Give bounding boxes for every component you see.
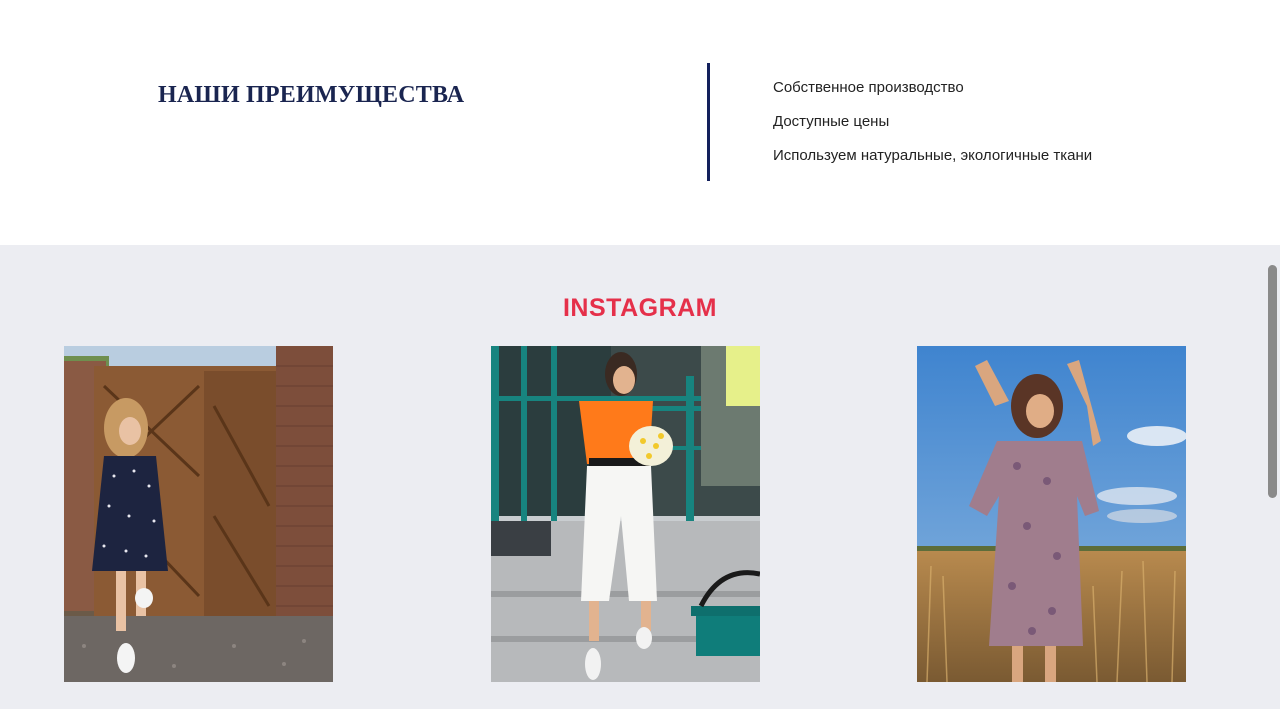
instagram-photo-1[interactable] (64, 346, 333, 682)
advantage-item: Доступные цены (773, 113, 890, 130)
advantages-list: Собственное производство Доступные цены … (773, 78, 1092, 180)
instagram-title[interactable]: INSTAGRAM (0, 294, 1280, 323)
advantage-item: Собственное производство (773, 79, 964, 96)
instagram-section: INSTAGRAM (0, 245, 1280, 709)
page-scrollbar[interactable] (1268, 265, 1277, 498)
photo-field-dress-image (917, 346, 1186, 682)
instagram-photo-2[interactable] (491, 346, 760, 682)
advantage-item: Используем натуральные, экологичные ткан… (773, 147, 1093, 164)
instagram-photo-3[interactable] (917, 346, 1186, 682)
photo-orange-top-image (491, 346, 760, 682)
advantages-title: НАШИ ПРЕИМУЩЕСТВА (158, 82, 465, 108)
advantages-divider (707, 63, 710, 181)
photo-gate-dress-image (64, 346, 333, 682)
advantages-section: НАШИ ПРЕИМУЩЕСТВА Собственное производст… (0, 0, 1280, 245)
